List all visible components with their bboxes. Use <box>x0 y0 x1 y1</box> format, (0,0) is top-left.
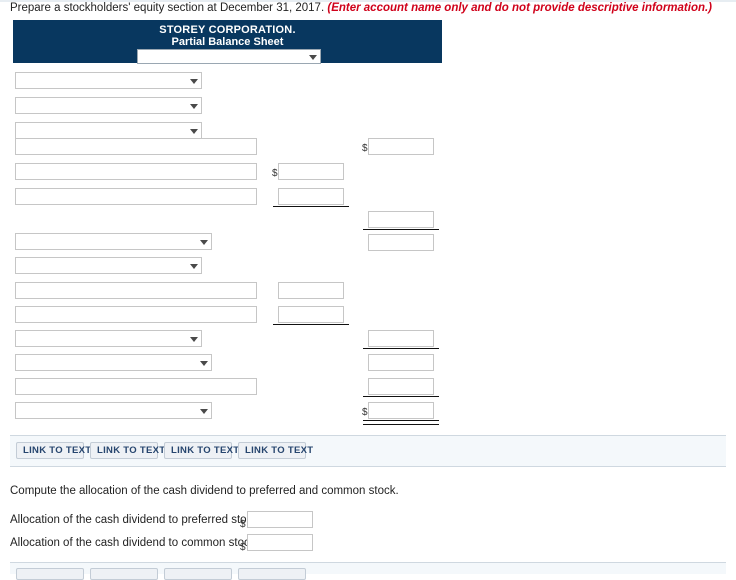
account-select-8-control[interactable] <box>15 402 212 419</box>
link-to-text-button-1[interactable]: LINK TO TEXT <box>16 442 91 459</box>
question-prompt-text: Prepare a stockholders' equity section a… <box>10 2 325 14</box>
account-name-input-3[interactable] <box>15 188 257 205</box>
amount-input-col3-1[interactable] <box>368 138 434 155</box>
currency-symbol: $ <box>240 542 246 553</box>
currency-symbol: $ <box>362 407 368 418</box>
question2-prompt: Compute the allocation of the cash divid… <box>10 485 399 497</box>
amount-input-col2-2[interactable] <box>278 188 344 205</box>
account-select-3[interactable] <box>15 122 202 139</box>
common-allocation-input[interactable] <box>247 534 313 551</box>
statement-period-select-control[interactable] <box>137 49 321 64</box>
account-name-input-6[interactable] <box>15 378 257 395</box>
link-to-text-button-3[interactable]: LINK TO TEXT <box>164 442 239 459</box>
account-select-3-control[interactable] <box>15 122 202 139</box>
currency-symbol: $ <box>362 143 368 154</box>
currency-symbol: $ <box>240 519 246 530</box>
account-select-1-control[interactable] <box>15 72 202 89</box>
account-name-input-4[interactable] <box>15 282 257 299</box>
total-amount-input[interactable] <box>368 402 434 419</box>
account-name-input-2[interactable] <box>15 163 257 180</box>
amount-input-col2-3[interactable] <box>278 282 344 299</box>
statement-period-select[interactable] <box>137 49 321 64</box>
account-select-2-control[interactable] <box>15 97 202 114</box>
preferred-allocation-input[interactable] <box>247 511 313 528</box>
common-allocation-label: Allocation of the cash dividend to commo… <box>10 537 256 549</box>
amount-input-col2-4[interactable] <box>278 306 344 323</box>
question-prompt: Prepare a stockholders' equity section a… <box>10 0 726 16</box>
subtotal-rule-2 <box>363 229 439 230</box>
account-select-5-control[interactable] <box>15 257 202 274</box>
amount-input-col3-2[interactable] <box>368 211 434 228</box>
amount-input-col3-3[interactable] <box>368 234 434 251</box>
account-select-4-control[interactable] <box>15 233 212 250</box>
account-select-7-control[interactable] <box>15 354 212 371</box>
amount-input-col3-6[interactable] <box>368 378 434 395</box>
link-to-text-band: LINK TO TEXT LINK TO TEXT LINK TO TEXT L… <box>10 435 726 467</box>
statement-subtitle: Partial Balance Sheet <box>171 36 284 48</box>
account-select-6-control[interactable] <box>15 330 202 347</box>
preferred-allocation-label: Allocation of the cash dividend to prefe… <box>10 514 259 526</box>
account-name-input-1[interactable] <box>15 138 257 155</box>
subtotal-rule-1 <box>273 206 349 207</box>
bottom-button-1[interactable] <box>16 568 84 580</box>
account-select-5[interactable] <box>15 257 202 274</box>
subtotal-rule-5 <box>363 396 439 397</box>
account-select-6[interactable] <box>15 330 202 347</box>
bottom-button-4[interactable] <box>238 568 306 580</box>
amount-input-col3-4[interactable] <box>368 330 434 347</box>
bottom-button-2[interactable] <box>90 568 158 580</box>
subtotal-rule-4 <box>363 348 439 349</box>
account-select-1[interactable] <box>15 72 202 89</box>
bottom-button-3[interactable] <box>164 568 232 580</box>
account-select-4[interactable] <box>15 233 212 250</box>
partial-balance-sheet: STOREY CORPORATION. Partial Balance Shee… <box>0 20 736 425</box>
total-double-rule <box>363 420 439 425</box>
amount-input-col3-5[interactable] <box>368 354 434 371</box>
account-select-7[interactable] <box>15 354 212 371</box>
account-select-2[interactable] <box>15 97 202 114</box>
amount-input-col2-1[interactable] <box>278 163 344 180</box>
question-prompt-emphasis: (Enter account name only and do not prov… <box>327 2 713 14</box>
account-name-input-5[interactable] <box>15 306 257 323</box>
currency-symbol: $ <box>272 168 278 179</box>
link-to-text-button-4[interactable]: LINK TO TEXT <box>238 442 313 459</box>
link-to-text-button-2[interactable]: LINK TO TEXT <box>90 442 165 459</box>
account-select-8[interactable] <box>15 402 212 419</box>
company-name: STOREY CORPORATION. <box>159 24 296 36</box>
subtotal-rule-3 <box>273 324 349 325</box>
